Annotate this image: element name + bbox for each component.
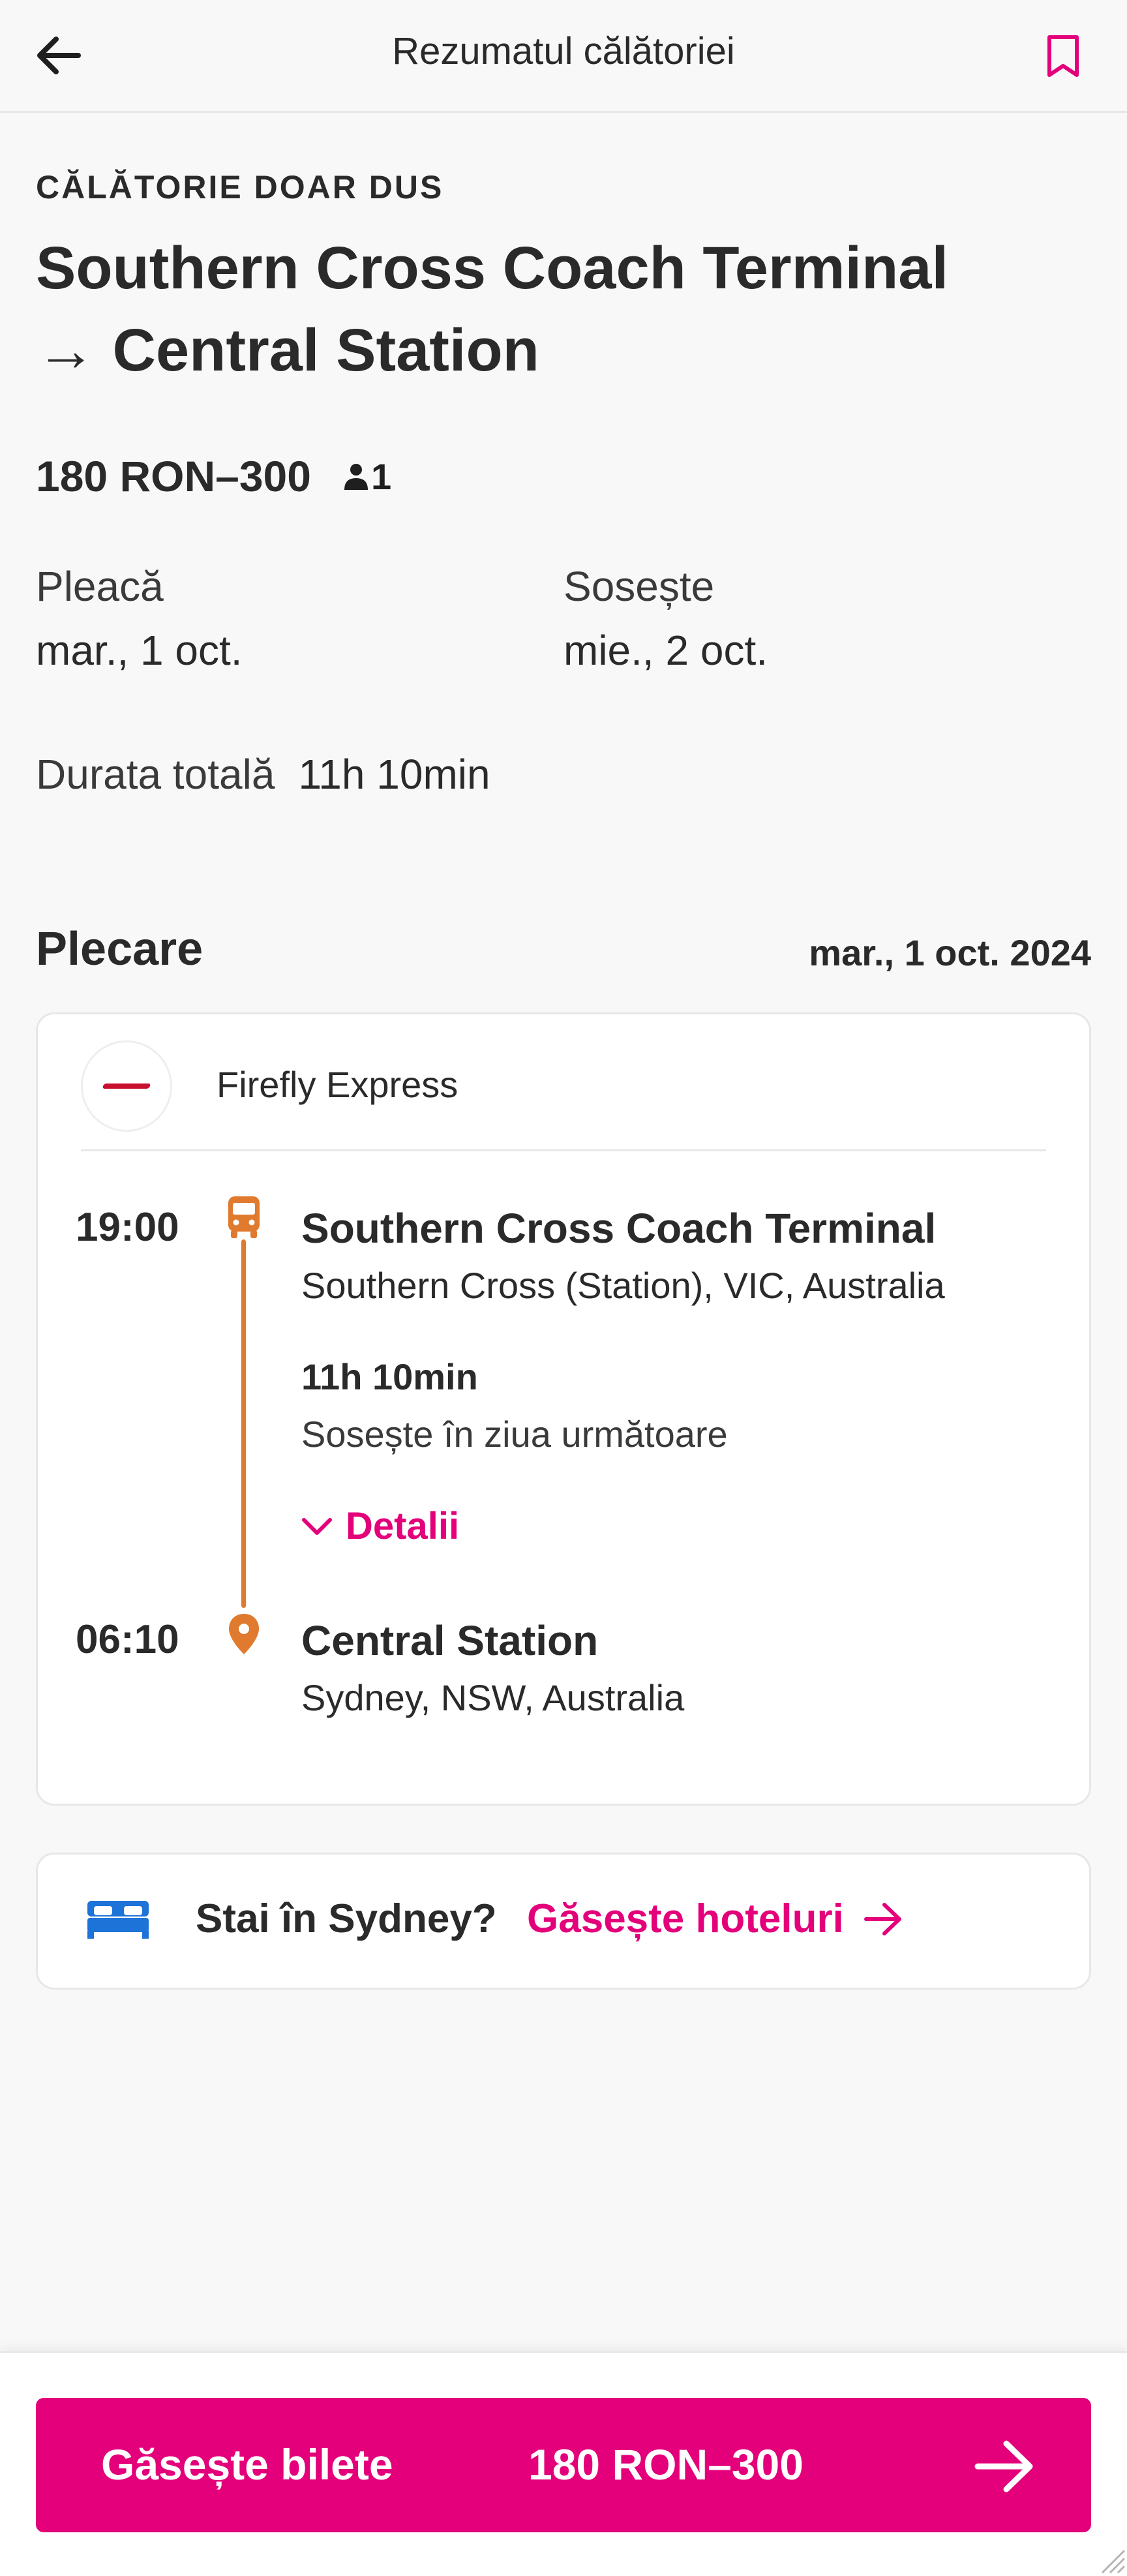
find-hotels-label: Găsește hoteluri — [527, 1896, 844, 1941]
departure-time: 19:00 — [76, 1205, 179, 1250]
details-label: Detalii — [346, 1505, 460, 1547]
origin-stop-name: Southern Cross Coach Terminal — [301, 1205, 937, 1252]
find-tickets-button[interactable]: Găsește bilete 180 RON–300 — [36, 2398, 1091, 2532]
bookmark-button[interactable] — [1030, 23, 1096, 89]
depart-date: mar., 1 oct. — [36, 627, 243, 674]
passenger-count-value: 1 — [370, 455, 392, 497]
bookmark-icon — [1047, 35, 1079, 77]
timeline-line — [241, 1239, 246, 1608]
duration-value: 11h 10min — [298, 751, 490, 798]
arrival-time: 06:10 — [76, 1617, 179, 1662]
operator-logo — [81, 1040, 172, 1132]
destination-stop-location: Sydney, NSW, Australia — [301, 1677, 685, 1718]
depart-label: Pleacă — [36, 563, 164, 610]
arrive-date: mie., 2 oct. — [564, 627, 768, 674]
page-title: Rezumatul călătoriei — [392, 30, 735, 72]
chevron-down-icon — [302, 1517, 332, 1535]
find-hotels-link[interactable]: Găsește hoteluri — [527, 1896, 904, 1942]
route-origin: Southern Cross Coach Terminal — [36, 235, 949, 301]
person-icon — [344, 464, 368, 490]
route-destination: → Central Station — [36, 317, 539, 384]
total-duration: Durata totală 11h 10min — [36, 750, 490, 798]
duration-label: Durata totală — [36, 751, 275, 798]
bus-icon — [228, 1196, 260, 1238]
section-title-departure: Plecare — [36, 923, 203, 975]
find-tickets-label: Găsește bilete — [101, 2440, 393, 2489]
operator-name: Firefly Express — [217, 1064, 458, 1105]
price-row: 180 RON–300 1 — [36, 451, 391, 501]
origin-stop-location: Southern Cross (Station), VIC, Australia — [301, 1265, 945, 1306]
bed-icon — [87, 1901, 149, 1939]
location-pin-icon — [229, 1614, 259, 1654]
arrow-right-icon — [974, 2440, 1033, 2493]
passenger-count: 1 — [341, 455, 391, 498]
details-toggle[interactable]: Detalii — [300, 1504, 459, 1548]
trip-type-label: CĂLĂTORIE DOAR DUS — [36, 169, 444, 205]
arrive-label: Sosește — [564, 563, 715, 610]
segment-duration: 11h 10min — [301, 1356, 478, 1397]
find-tickets-price: 180 RON–300 — [528, 2440, 804, 2489]
price-range: 180 RON–300 — [36, 452, 311, 500]
divider — [81, 1149, 1046, 1151]
hotel-question: Stai în Sydney? — [196, 1896, 497, 1941]
resize-grip-icon — [1101, 2549, 1126, 2574]
next-day-note: Sosește în ziua următoare — [301, 1414, 728, 1455]
arrow-right-icon — [864, 1902, 901, 1935]
section-date: mar., 1 oct. 2024 — [809, 932, 1091, 973]
route-title: Southern Cross Coach Terminal → Central … — [36, 227, 1079, 391]
destination-stop-name: Central Station — [301, 1617, 599, 1664]
